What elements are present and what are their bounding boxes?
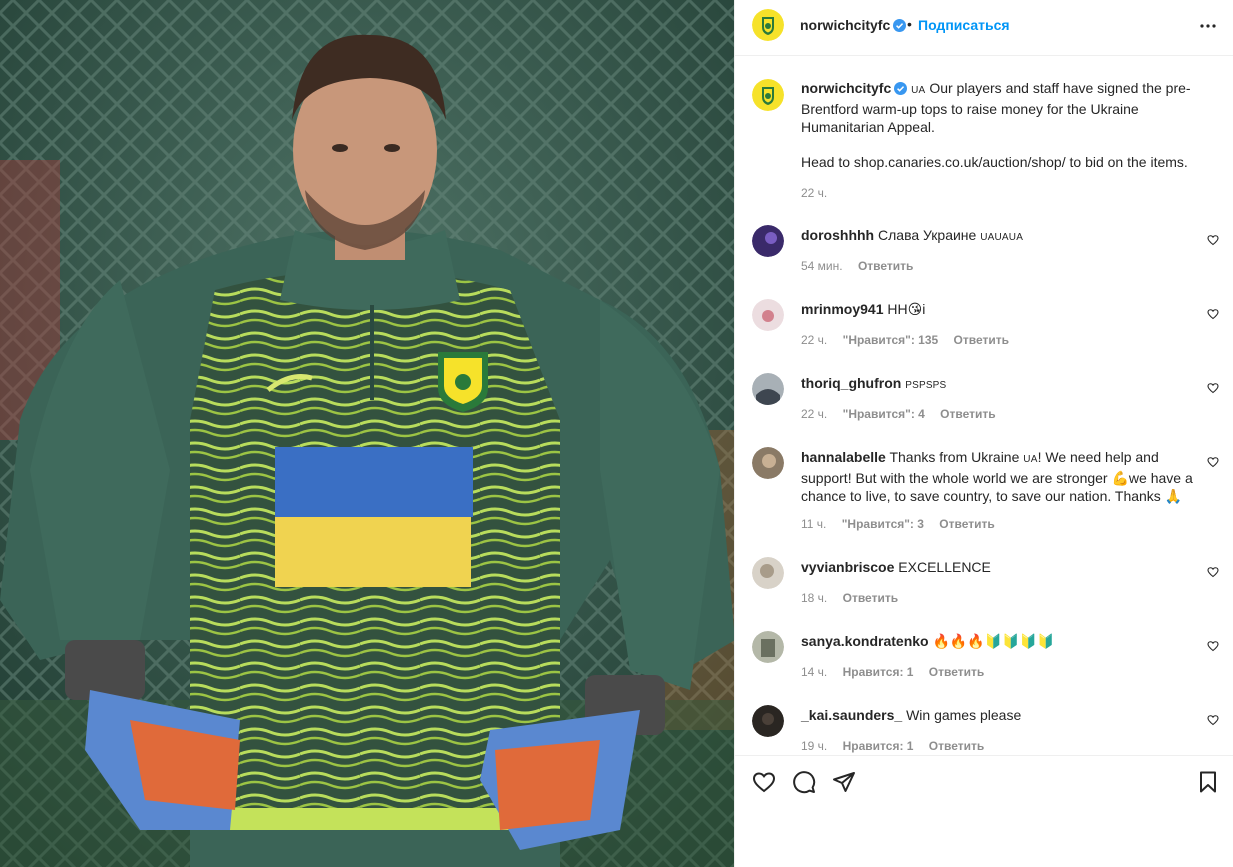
user-avatar-image <box>752 705 784 737</box>
avatar[interactable] <box>752 705 784 737</box>
comments-list[interactable]: norwichcityfc UA Our players and staff h… <box>735 57 1233 755</box>
comment-text: Win games please <box>906 707 1022 723</box>
comment-timestamp[interactable]: 54 мин. <box>801 259 843 273</box>
caption-username[interactable]: norwichcityfc <box>801 80 891 96</box>
avatar[interactable] <box>752 79 784 111</box>
heart-icon[interactable] <box>1207 714 1219 726</box>
comment-text: 🔥🔥🔥🔰🔰🔰🔰 <box>932 633 1055 649</box>
comment-text: Thanks from Ukraine <box>889 449 1020 465</box>
reply-button[interactable]: Ответить <box>858 259 913 273</box>
user-avatar-image <box>752 557 784 589</box>
post-actions-bar <box>735 755 1233 867</box>
avatar[interactable] <box>752 631 784 663</box>
comment-timestamp[interactable]: 22 ч. <box>801 407 827 421</box>
norwich-crest-icon <box>752 79 784 111</box>
post-photo[interactable] <box>0 0 734 867</box>
post-header: norwichcityfc • Подписаться <box>735 0 1233 56</box>
caption-timestamp[interactable]: 22 ч. <box>801 184 1201 202</box>
avatar[interactable] <box>752 9 784 41</box>
heart-icon[interactable] <box>1207 308 1219 320</box>
reply-button[interactable]: Ответить <box>940 407 995 421</box>
comment-likes-count[interactable]: "Нравится": 4 <box>843 407 925 421</box>
caption-text-2: Head to shop.canaries.co.uk/auction/shop… <box>801 154 1188 170</box>
comment-username[interactable]: vyvianbriscoe <box>801 559 894 575</box>
paper-plane-icon[interactable] <box>832 770 856 794</box>
reply-button[interactable]: Ответить <box>939 517 994 531</box>
comment-username[interactable]: thoriq_ghufron <box>801 375 901 391</box>
comment-username[interactable]: hannalabelle <box>801 449 886 465</box>
comment-username[interactable]: _kai.saunders_ <box>801 707 902 723</box>
comment-text: EXCELLENCE <box>898 559 991 575</box>
more-options-icon[interactable] <box>1196 14 1220 38</box>
comment-timestamp[interactable]: 19 ч. <box>801 739 827 753</box>
user-avatar-image <box>752 299 784 331</box>
flag-emoji-ua: UAUAUA <box>980 232 1024 243</box>
heart-icon[interactable] <box>1207 456 1219 468</box>
heart-icon[interactable] <box>1207 640 1219 652</box>
verified-badge-icon <box>893 19 907 32</box>
comment-username[interactable]: sanya.kondratenko <box>801 633 929 649</box>
goalkeeper-photo <box>0 0 734 867</box>
avatar[interactable] <box>752 225 784 257</box>
comment-likes-count[interactable]: Нравится: 1 <box>843 739 914 753</box>
heart-icon[interactable] <box>1207 234 1219 246</box>
user-avatar-image <box>752 447 784 479</box>
verified-badge-icon <box>894 82 908 95</box>
comment-bubble-icon[interactable] <box>792 770 816 794</box>
heart-icon[interactable] <box>1207 566 1219 578</box>
follow-button[interactable]: Подписаться <box>918 17 1010 33</box>
comment-likes-count[interactable]: "Нравится": 135 <box>843 333 939 347</box>
separator-dot: • <box>907 16 912 32</box>
comment-timestamp[interactable]: 11 ч. <box>801 517 826 531</box>
comment-text: HH😘i <box>887 301 926 317</box>
reply-button[interactable]: Ответить <box>954 333 1009 347</box>
flag-emoji-ua: UA <box>911 85 926 96</box>
post-author-username[interactable]: norwichcityfc <box>800 17 907 33</box>
bookmark-icon[interactable] <box>1196 770 1220 794</box>
comment-text: Слава Украине <box>878 227 977 243</box>
user-avatar-image <box>752 225 784 257</box>
comment-likes-count[interactable]: Нравится: 1 <box>843 665 914 679</box>
heart-icon[interactable] <box>752 770 776 794</box>
flag-emoji-ps: PSPSPS <box>905 380 947 391</box>
comment-username[interactable]: mrinmoy941 <box>801 301 883 317</box>
comment-timestamp[interactable]: 22 ч. <box>801 333 827 347</box>
avatar[interactable] <box>752 557 784 589</box>
avatar[interactable] <box>752 299 784 331</box>
comment-timestamp[interactable]: 18 ч. <box>801 591 827 605</box>
flag-emoji-ua: UA <box>1023 454 1038 465</box>
norwich-crest-icon <box>752 9 784 41</box>
reply-button[interactable]: Ответить <box>929 665 984 679</box>
comment-likes-count[interactable]: "Нравится": 3 <box>842 517 924 531</box>
avatar[interactable] <box>752 373 784 405</box>
heart-icon[interactable] <box>1207 382 1219 394</box>
post-sidebar: norwichcityfc • Подписаться norwichcityf… <box>734 0 1233 867</box>
comment-username[interactable]: doroshhhh <box>801 227 874 243</box>
avatar[interactable] <box>752 447 784 479</box>
reply-button[interactable]: Ответить <box>843 591 898 605</box>
user-avatar-image <box>752 373 784 405</box>
user-avatar-image <box>752 631 784 663</box>
reply-button[interactable]: Ответить <box>929 739 984 753</box>
comment-timestamp[interactable]: 14 ч. <box>801 665 827 679</box>
